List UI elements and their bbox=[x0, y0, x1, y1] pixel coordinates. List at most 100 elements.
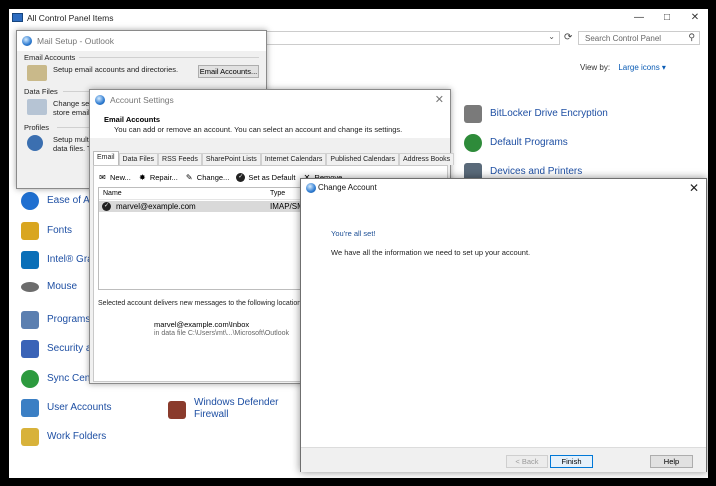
data-file-icon bbox=[27, 99, 47, 115]
cp-item-label: Default Programs bbox=[490, 137, 568, 148]
change-account-footer: < Back Finish Help bbox=[301, 447, 706, 472]
email-accounts-description: You can add or remove an account. You ca… bbox=[114, 125, 403, 134]
mail-setup-titlebar: Mail Setup - Outlook bbox=[17, 31, 266, 51]
repair-button[interactable]: ✸ Repair... bbox=[138, 173, 178, 182]
cp-item-default-programs[interactable]: Default Programs bbox=[464, 134, 568, 152]
cp-item-label: Programs bbox=[47, 314, 91, 325]
change-account-dialog: Change Account ✕ You're all set! We have… bbox=[300, 178, 707, 472]
cp-item-label: User Accounts bbox=[47, 402, 112, 413]
change-button[interactable]: ✎ Change... bbox=[185, 172, 230, 182]
cp-item-label: Security ar bbox=[47, 343, 95, 354]
set-default-label: Set as Default bbox=[248, 172, 296, 182]
cp-item-fonts[interactable]: Fonts bbox=[21, 222, 72, 240]
inbox-path: marvel@example.com\Inbox bbox=[154, 320, 250, 329]
email-accounts-text: Setup email accounts and directories. bbox=[53, 65, 179, 74]
cp-item-sync-center[interactable]: Sync Cent bbox=[21, 370, 93, 388]
cp-item-user-accounts[interactable]: User Accounts bbox=[21, 399, 111, 417]
work-folders-icon bbox=[21, 428, 39, 446]
maximize-icon[interactable]: □ bbox=[660, 11, 674, 25]
fonts-icon bbox=[21, 222, 39, 240]
search-input[interactable]: Search Control Panel ⚲ bbox=[578, 31, 700, 45]
set-default-button[interactable]: ✓ Set as Default bbox=[236, 172, 296, 182]
close-icon[interactable]: ✕ bbox=[435, 93, 444, 106]
refresh-icon[interactable]: ⟳ bbox=[564, 32, 572, 43]
default-check-icon: ✓ bbox=[102, 202, 111, 211]
control-panel-titlebar: All Control Panel Items — □ ✕ bbox=[9, 9, 708, 28]
view-by-dropdown[interactable]: Large icons ▾ bbox=[618, 63, 666, 72]
tab-rss-feeds[interactable]: RSS Feeds bbox=[158, 153, 202, 165]
new-icon: ✉ bbox=[99, 172, 106, 182]
change-icon: ✎ bbox=[185, 172, 193, 182]
repair-label: Repair... bbox=[149, 172, 178, 182]
account-settings-title: Account Settings bbox=[110, 95, 174, 105]
control-panel-icon bbox=[12, 13, 23, 22]
column-type[interactable]: Type bbox=[270, 190, 285, 197]
chevron-down-icon[interactable]: ⌄ bbox=[548, 32, 555, 41]
change-label: Change... bbox=[196, 172, 230, 182]
all-set-heading: You're all set! bbox=[331, 229, 376, 238]
view-by: View by: Large icons ▾ bbox=[580, 63, 666, 72]
finish-button[interactable]: Finish bbox=[550, 455, 593, 468]
email-accounts-section: Email Accounts bbox=[24, 53, 76, 62]
address-input[interactable]: ⌄ bbox=[260, 31, 560, 45]
tab-published-calendars[interactable]: Published Calendars bbox=[326, 153, 400, 165]
data-file-path: in data file C:\Users\mt\...\Microsoft\O… bbox=[154, 330, 289, 337]
cp-item-intel-graphics[interactable]: Intel® Gra bbox=[21, 251, 93, 269]
help-button[interactable]: Help bbox=[650, 455, 693, 468]
data-files-text-1: Change sett bbox=[53, 99, 94, 108]
close-icon[interactable]: ✕ bbox=[689, 181, 699, 195]
search-icon[interactable]: ⚲ bbox=[688, 32, 695, 43]
cp-item-label: Windows Defender Firewall bbox=[194, 397, 279, 420]
user-accounts-icon bbox=[21, 399, 39, 417]
account-settings-header: Email Accounts You can add or remove an … bbox=[90, 110, 450, 138]
column-name[interactable]: Name bbox=[103, 190, 122, 197]
ease-of-access-icon bbox=[21, 192, 39, 210]
cp-item-label: Sync Cent bbox=[47, 373, 94, 384]
check-icon: ✓ bbox=[236, 172, 246, 182]
control-panel-title: All Control Panel Items bbox=[27, 13, 114, 23]
back-button[interactable]: < Back bbox=[506, 455, 548, 468]
cp-item-programs[interactable]: Programs bbox=[21, 311, 90, 329]
cp-item-label: Work Folders bbox=[47, 431, 107, 442]
sync-center-icon bbox=[21, 370, 39, 388]
profiles-text-1: Setup multi bbox=[53, 135, 91, 144]
mouse-icon bbox=[21, 282, 39, 292]
cp-item-label: Ease of Ac bbox=[47, 195, 95, 206]
data-files-section: Data Files bbox=[24, 87, 58, 96]
data-files-text: Change sett store email bbox=[53, 99, 93, 117]
cp-item-security[interactable]: Security ar bbox=[21, 340, 95, 358]
outlook-icon bbox=[306, 183, 316, 193]
email-envelope-icon bbox=[27, 65, 47, 81]
cp-item-label: BitLocker Drive Encryption bbox=[490, 108, 608, 119]
cp-item-firewall[interactable]: Windows Defender Firewall bbox=[168, 397, 286, 421]
new-label: New... bbox=[110, 172, 131, 182]
cp-item-mouse[interactable]: Mouse bbox=[21, 281, 77, 293]
tab-address-books[interactable]: Address Books bbox=[399, 153, 455, 165]
data-files-text-2: store email bbox=[53, 108, 90, 117]
cp-item-bitlocker[interactable]: BitLocker Drive Encryption bbox=[464, 105, 608, 123]
profiles-section: Profiles bbox=[24, 123, 50, 132]
cp-item-label: Intel® Gra bbox=[47, 254, 93, 265]
close-icon[interactable]: ✕ bbox=[688, 11, 702, 25]
cp-item-ease-of-access[interactable]: Ease of Ac bbox=[21, 192, 95, 210]
tab-email[interactable]: Email bbox=[93, 151, 119, 165]
cp-item-label: Fonts bbox=[47, 225, 73, 236]
new-account-button[interactable]: ✉ New... bbox=[98, 173, 131, 182]
tab-data-files[interactable]: Data Files bbox=[118, 153, 159, 165]
divider bbox=[79, 57, 259, 58]
default-programs-icon bbox=[464, 134, 482, 152]
cp-item-label: Devices and Printers bbox=[490, 166, 583, 177]
change-account-titlebar: Change Account ✕ bbox=[301, 179, 706, 197]
intel-graphics-icon bbox=[21, 251, 39, 269]
cp-item-label: Mouse bbox=[47, 281, 78, 292]
cp-item-work-folders[interactable]: Work Folders bbox=[21, 428, 106, 446]
minimize-icon[interactable]: — bbox=[632, 11, 646, 25]
email-accounts-heading: Email Accounts bbox=[104, 115, 160, 124]
account-settings-titlebar: Account Settings ✕ bbox=[90, 90, 450, 110]
email-accounts-button[interactable]: Email Accounts... bbox=[198, 65, 259, 78]
view-by-value: Large icons bbox=[618, 63, 660, 72]
tab-sharepoint-lists[interactable]: SharePoint Lists bbox=[201, 153, 261, 165]
mail-setup-title: Mail Setup - Outlook bbox=[37, 36, 115, 46]
outlook-icon bbox=[95, 95, 105, 105]
tab-internet-calendars[interactable]: Internet Calendars bbox=[260, 153, 327, 165]
